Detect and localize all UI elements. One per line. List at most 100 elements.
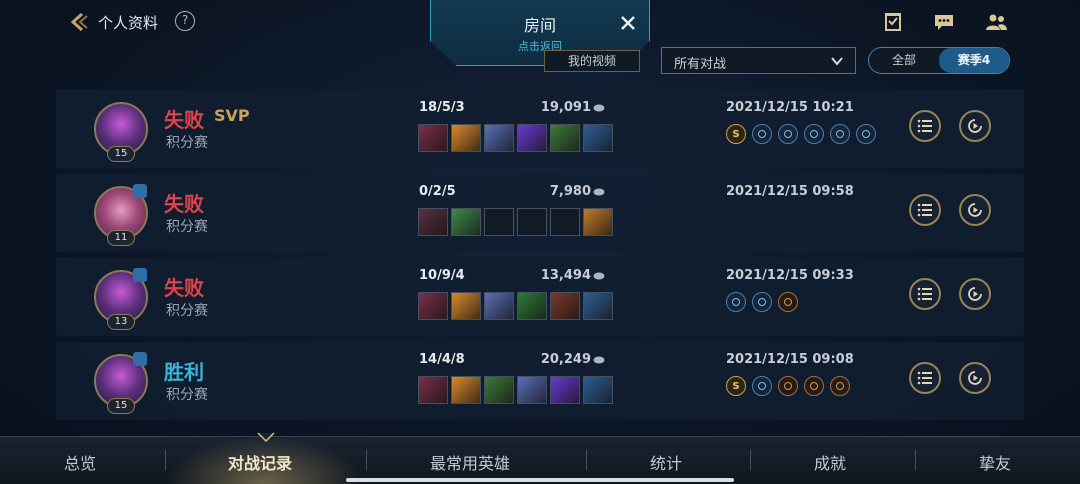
achievement-badges: S xyxy=(726,124,876,144)
task-icon[interactable] xyxy=(881,10,905,34)
back-icon xyxy=(70,12,88,32)
page-title: 个人资料 xyxy=(98,14,159,32)
list-icon xyxy=(917,119,932,133)
item-slot xyxy=(484,124,514,152)
item-slot xyxy=(451,292,481,320)
item-slot xyxy=(517,124,547,152)
season-option-all[interactable]: 全部 xyxy=(869,48,939,73)
item-slot xyxy=(451,124,481,152)
item-slot xyxy=(550,376,580,404)
team-icon xyxy=(133,184,147,198)
gold-amount: 7,980 xyxy=(549,184,591,199)
nav-tab[interactable]: 挚友 xyxy=(979,450,1011,474)
achievement-badges xyxy=(726,292,798,312)
item-slots xyxy=(418,292,613,320)
nav-tab[interactable]: 最常用英雄 xyxy=(430,450,510,474)
replay-icon xyxy=(968,287,982,301)
chat-icon[interactable] xyxy=(932,10,956,34)
season-s-badge-icon: S xyxy=(726,124,746,144)
nav-tab[interactable]: 成就 xyxy=(814,450,846,474)
achievement-badge-icon xyxy=(804,376,824,396)
match-row[interactable]: 15 胜利 积分赛 14/4/8 20,249 2021/12/15 09:08… xyxy=(56,342,1024,420)
nav-tab[interactable]: 统计 xyxy=(650,450,682,474)
item-slot xyxy=(550,124,580,152)
gold-amount: 13,494 xyxy=(540,268,591,283)
achievement-badge-icon xyxy=(856,124,876,144)
item-slot xyxy=(583,292,613,320)
kda: 10/9/4 xyxy=(419,268,465,283)
replay-icon xyxy=(968,203,982,217)
nav-divider xyxy=(750,450,751,470)
achievement-badge-icon xyxy=(726,292,746,312)
season-option-4[interactable]: 赛季4 xyxy=(939,48,1009,73)
replay-button[interactable] xyxy=(959,194,991,226)
match-row[interactable]: 11 失败 积分赛 0/2/5 7,980 2021/12/15 09:58 xyxy=(56,174,1024,252)
hero-level-badge: 15 xyxy=(107,146,135,162)
item-slots xyxy=(418,208,613,236)
hero-level-badge: 13 xyxy=(107,314,135,330)
achievement-badge-icon xyxy=(778,376,798,396)
item-slot xyxy=(583,208,613,236)
item-slot xyxy=(550,208,580,236)
back-button[interactable] xyxy=(66,10,92,34)
achievement-badge-icon xyxy=(752,292,772,312)
season-toggle[interactable]: 全部 赛季4 xyxy=(868,47,1010,74)
svp-badge: SVP xyxy=(214,106,250,125)
kda: 0/2/5 xyxy=(419,184,456,199)
item-slot xyxy=(517,292,547,320)
match-detail-button[interactable] xyxy=(909,362,941,394)
match-filter-select[interactable]: 所有对战 xyxy=(661,47,856,74)
achievement-badge-icon xyxy=(752,124,772,144)
match-row[interactable]: 13 失败 积分赛 10/9/4 13,494 2021/12/15 09:33 xyxy=(56,258,1024,336)
coin-icon xyxy=(593,104,605,112)
item-slot xyxy=(517,376,547,404)
match-time: 2021/12/15 10:21 xyxy=(726,100,854,115)
friends-icon[interactable] xyxy=(984,10,1008,34)
item-slot xyxy=(451,208,481,236)
match-row[interactable]: 15 失败 SVP 积分赛 18/5/3 19,091 2021/12/15 1… xyxy=(56,90,1024,168)
item-slot xyxy=(484,292,514,320)
match-detail-button[interactable] xyxy=(909,110,941,142)
help-button[interactable]: ? xyxy=(175,11,195,31)
my-video-button[interactable]: 我的视频 xyxy=(544,50,640,72)
coin-icon xyxy=(593,356,605,364)
coin-icon xyxy=(593,272,605,280)
item-slot xyxy=(418,208,448,236)
item-slots xyxy=(418,376,613,404)
team-icon xyxy=(133,268,147,282)
match-time: 2021/12/15 09:58 xyxy=(726,184,854,199)
nav-divider xyxy=(165,450,166,470)
achievement-badge-icon xyxy=(752,376,772,396)
match-result: 失败 xyxy=(164,192,204,216)
gold-amount: 19,091 xyxy=(540,100,591,115)
nav-tab[interactable]: 对战记录 xyxy=(228,450,292,474)
hero-level-badge: 11 xyxy=(107,230,135,246)
list-icon xyxy=(917,203,932,217)
list-icon xyxy=(917,371,932,385)
season-s-badge-icon: S xyxy=(726,376,746,396)
match-detail-button[interactable] xyxy=(909,194,941,226)
item-slot xyxy=(550,292,580,320)
replay-button[interactable] xyxy=(959,278,991,310)
close-icon[interactable] xyxy=(619,14,637,32)
kda: 18/5/3 xyxy=(419,100,465,115)
achievement-badge-icon xyxy=(804,124,824,144)
item-slot xyxy=(418,292,448,320)
match-result: 失败 xyxy=(164,276,204,300)
match-result: 失败 xyxy=(164,108,204,132)
achievement-badge-icon xyxy=(778,124,798,144)
home-indicator xyxy=(346,478,734,482)
kda: 14/4/8 xyxy=(419,352,465,367)
item-slot xyxy=(451,376,481,404)
item-slot xyxy=(583,376,613,404)
match-mode: 积分赛 xyxy=(166,303,208,319)
match-mode: 积分赛 xyxy=(166,135,208,151)
achievement-badge-icon xyxy=(830,124,850,144)
item-slots xyxy=(418,124,613,152)
replay-button[interactable] xyxy=(959,110,991,142)
replay-button[interactable] xyxy=(959,362,991,394)
item-slot xyxy=(418,124,448,152)
nav-tab[interactable]: 总览 xyxy=(64,450,96,474)
filter-value: 所有对战 xyxy=(674,57,727,72)
match-detail-button[interactable] xyxy=(909,278,941,310)
